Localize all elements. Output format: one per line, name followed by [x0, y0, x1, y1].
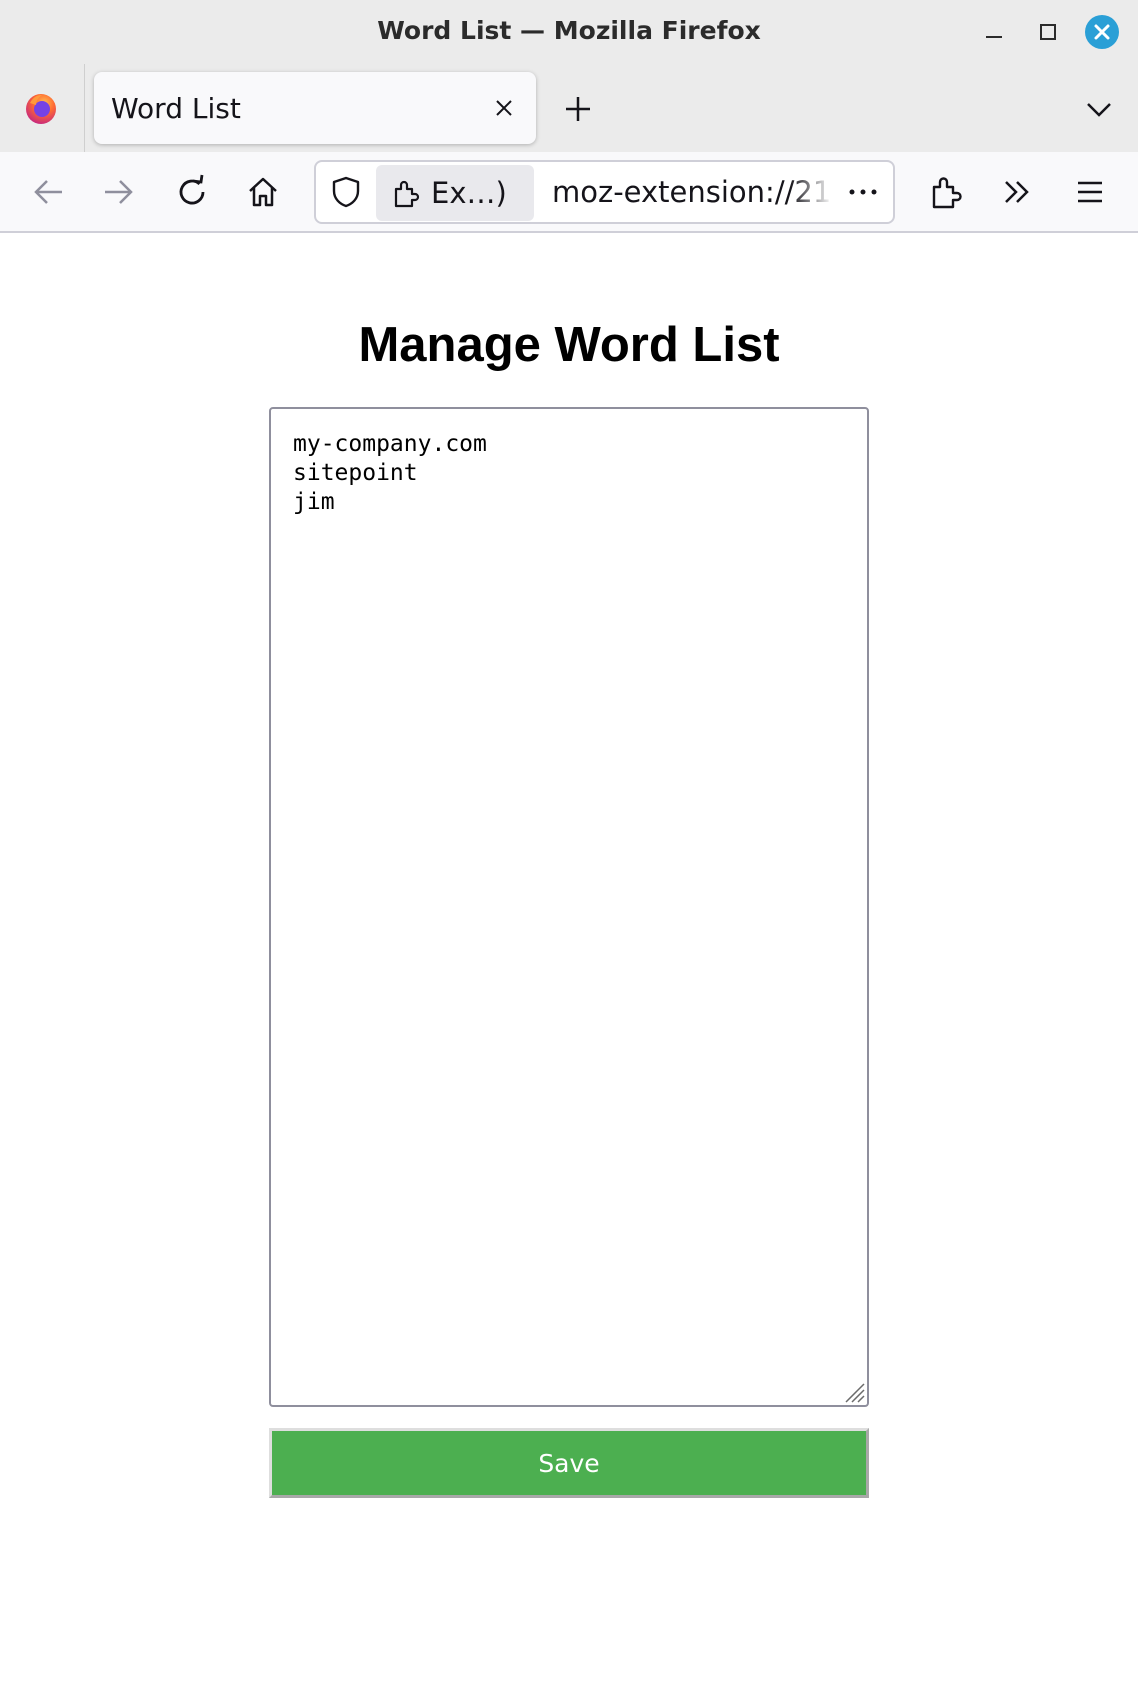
extensions-puzzle-icon — [932, 177, 962, 209]
url-text[interactable]: moz-extension://213 — [552, 175, 832, 209]
close-window-button[interactable] — [1084, 14, 1120, 50]
maximize-icon — [1040, 24, 1056, 40]
reload-button[interactable] — [172, 172, 212, 212]
url-bar[interactable]: Ex…) moz-extension://213 — [314, 160, 895, 224]
extensions-button[interactable] — [926, 172, 966, 212]
close-icon — [1085, 15, 1119, 49]
new-tab-plus-icon[interactable] — [561, 92, 595, 126]
list-all-tabs-chevron-down-icon[interactable] — [1084, 94, 1114, 124]
minimize-button[interactable] — [976, 14, 1012, 50]
overflow-menu-button[interactable] — [997, 172, 1037, 212]
tab-strip: Word List — [0, 64, 1138, 152]
word-list-textarea[interactable]: my-company.com sitepoint jim — [269, 407, 869, 1407]
home-button[interactable] — [243, 172, 283, 212]
navigation-toolbar: Ex…) moz-extension://213 — [0, 152, 1138, 233]
tab-separator — [84, 64, 85, 152]
identity-label: Ex…) — [431, 176, 507, 210]
tab-word-list[interactable]: Word List — [94, 72, 536, 144]
window-title: Word List — Mozilla Firefox — [377, 16, 761, 45]
back-button[interactable] — [28, 172, 68, 212]
page-content: Manage Word List my-company.com sitepoin… — [0, 235, 1138, 1686]
window-titlebar: Word List — Mozilla Firefox — [0, 0, 1138, 64]
app-menu-button[interactable] — [1070, 172, 1110, 212]
save-button[interactable]: Save — [269, 1428, 869, 1498]
page-title: Manage Word List — [358, 318, 780, 372]
hamburger-menu-icon — [1078, 181, 1102, 203]
reload-icon — [179, 174, 205, 205]
forward-arrow-icon — [105, 180, 133, 204]
identity-box[interactable]: Ex…) — [376, 165, 534, 221]
minimize-icon — [986, 36, 1002, 38]
tab-label: Word List — [111, 92, 241, 125]
close-tab-icon[interactable] — [490, 94, 518, 122]
back-arrow-icon — [34, 180, 62, 204]
firefox-logo-icon[interactable] — [22, 89, 60, 127]
shield-icon[interactable] — [329, 175, 363, 209]
page-actions-ellipsis-icon[interactable] — [845, 176, 881, 208]
extension-puzzle-icon — [394, 180, 420, 208]
chevron-double-right-icon — [1005, 181, 1029, 203]
maximize-button[interactable] — [1030, 14, 1066, 50]
forward-button[interactable] — [99, 172, 139, 212]
home-icon — [249, 177, 277, 207]
